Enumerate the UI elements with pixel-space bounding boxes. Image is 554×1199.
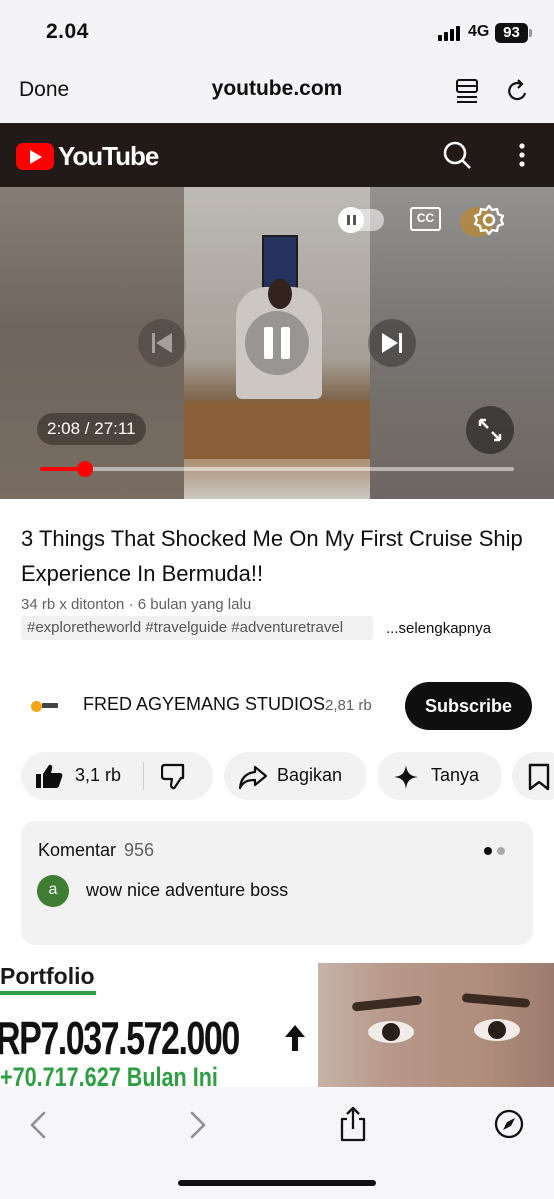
channel-name[interactable]: FRED AGYEMANG STUDIOS: [83, 694, 325, 715]
ad-gain: +70.717.627 Bulan Ini: [0, 1062, 218, 1087]
pause-icon[interactable]: [245, 311, 309, 375]
share-button[interactable]: Bagikan: [224, 752, 367, 800]
like-dislike-pill: 3,1 rb: [21, 752, 213, 800]
show-more-link[interactable]: ...selengkapnya: [386, 620, 491, 637]
previous-icon[interactable]: [138, 319, 186, 367]
video-title[interactable]: 3 Things That Shocked Me On My First Cru…: [21, 521, 531, 591]
youtube-play-icon: [16, 143, 54, 170]
ad-heading: Portfolio: [0, 963, 95, 989]
share-arrow-icon: [238, 765, 268, 790]
compass-icon[interactable]: [494, 1109, 524, 1139]
bookmark-icon: [528, 763, 550, 791]
search-icon[interactable]: [442, 140, 472, 170]
pause-icon: [338, 207, 364, 233]
ad-underline: [0, 991, 96, 995]
arrow-up-icon: [285, 1025, 305, 1051]
autoplay-toggle[interactable]: [338, 207, 384, 233]
channel-logo-dot: [31, 701, 42, 712]
sparkle-icon: [394, 765, 418, 789]
subscriber-count: 2,81 rb: [325, 697, 372, 714]
ad-face-image: [318, 963, 554, 1087]
next-icon[interactable]: [368, 319, 416, 367]
chevron-right-icon[interactable]: [186, 1111, 208, 1139]
comments-pager-icon: [484, 847, 505, 855]
progress-bar[interactable]: [40, 461, 514, 477]
battery-icon: 93: [495, 23, 532, 43]
video-player[interactable]: CC 2:08 / 27:11: [0, 187, 554, 499]
like-divider: [143, 762, 144, 790]
status-bar: 2.04 4G 93: [0, 0, 554, 60]
reload-icon[interactable]: [505, 77, 531, 105]
browser-nav-bar: Done youtube.com: [0, 60, 554, 123]
ad-face-eye-left: [368, 1021, 414, 1043]
thumbs-down-icon[interactable]: [161, 763, 189, 790]
youtube-logo[interactable]: YouTube: [16, 141, 159, 172]
save-button[interactable]: [512, 752, 554, 800]
thumbs-up-icon[interactable]: [35, 763, 63, 789]
fullscreen-icon[interactable]: [466, 406, 514, 454]
captions-button[interactable]: CC: [410, 207, 441, 231]
ask-label: Tanya: [431, 765, 480, 785]
channel-logo-text: [42, 703, 58, 708]
video-tags[interactable]: #exploretheworld #travelguide #adventure…: [21, 616, 373, 640]
video-meta: 34 rb x ditonton · 6 bulan yang lalu: [21, 596, 252, 613]
comment-avatar: a: [37, 875, 69, 907]
home-indicator: [178, 1180, 376, 1186]
like-count[interactable]: 3,1 rb: [75, 765, 121, 786]
signal-icon: [438, 25, 460, 41]
share-label: Bagikan: [277, 765, 343, 785]
comment-text: wow nice adventure boss: [86, 880, 289, 900]
share-box-icon[interactable]: [338, 1105, 368, 1143]
ad-banner[interactable]: Portfolio RP7.037.572.000 +70.717.627 Bu…: [0, 963, 554, 1087]
more-vert-icon[interactable]: [510, 139, 534, 171]
progress-scrubber[interactable]: [76, 461, 93, 477]
youtube-logo-text: YouTube: [58, 141, 159, 171]
reader-icon[interactable]: [454, 77, 480, 105]
ad-face-eye-right: [474, 1019, 520, 1041]
subscribe-button[interactable]: Subscribe: [405, 682, 532, 730]
chevron-left-icon[interactable]: [28, 1111, 50, 1139]
channel-avatar[interactable]: [30, 697, 58, 717]
comments-section[interactable]: Komentar 956 a wow nice adventure boss: [21, 821, 533, 945]
ad-amount: RP7.037.572.000: [0, 1012, 240, 1064]
status-time: 2.04: [46, 20, 89, 43]
comments-title: Komentar: [38, 840, 117, 860]
gear-icon[interactable]: [472, 203, 506, 237]
ask-button[interactable]: Tanya: [377, 752, 502, 800]
network-type: 4G: [468, 23, 490, 40]
youtube-header: YouTube: [0, 123, 554, 187]
time-display: 2:08 / 27:11: [37, 413, 146, 445]
comments-count: 956: [124, 840, 155, 860]
